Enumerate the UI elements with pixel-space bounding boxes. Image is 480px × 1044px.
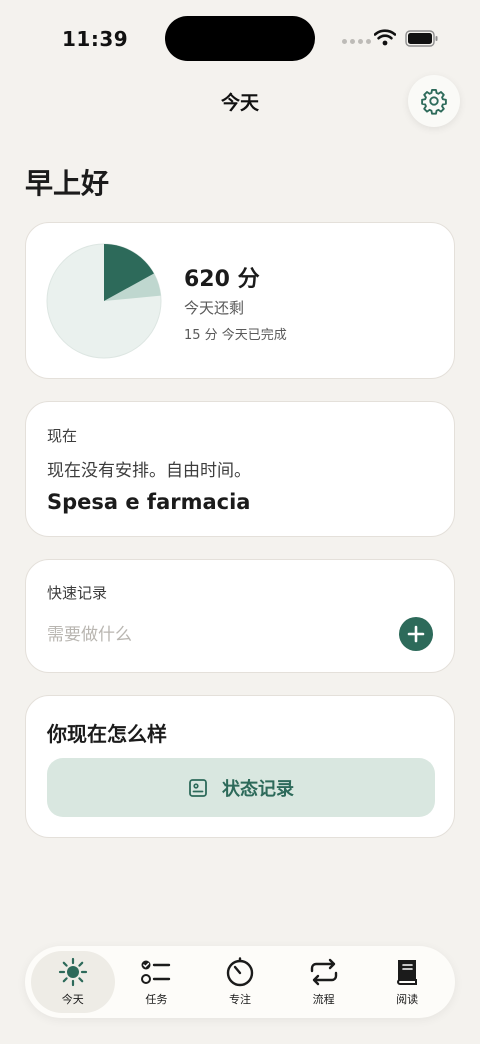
tab-today[interactable]: 今天 <box>31 951 115 1013</box>
settings-button[interactable] <box>408 75 460 127</box>
add-button[interactable] <box>399 617 433 651</box>
tab-label: 阅读 <box>396 993 419 1006</box>
plus-icon <box>407 625 425 643</box>
dynamic-island <box>165 16 315 61</box>
sun-icon <box>58 957 87 987</box>
status-log-label: 状态记录 <box>222 778 294 800</box>
quick-log-input[interactable] <box>47 620 377 650</box>
battery-icon <box>405 30 438 47</box>
tab-reading[interactable]: 阅读 <box>365 951 449 1013</box>
tab-label: 今天 <box>61 993 84 1006</box>
now-task-title: Spesa e farmacia <box>47 490 251 514</box>
tab-label: 任务 <box>145 993 168 1006</box>
greeting-heading: 早上好 <box>25 167 110 200</box>
tab-label: 专注 <box>228 993 251 1006</box>
mood-card: 你现在怎么样 状态记录 <box>25 695 455 838</box>
today-screen: 11:39 今天 早上好 620 分 今天还剩 15 分 今天已完成 现在 现在… <box>0 0 480 1044</box>
gear-icon <box>421 88 447 115</box>
status-time: 11:39 <box>62 27 129 51</box>
tab-tasks[interactable]: 任务 <box>115 951 199 1013</box>
time-summary-card: 620 分 今天还剩 15 分 今天已完成 <box>25 222 455 379</box>
time-pie-chart <box>46 243 162 359</box>
tab-label: 流程 <box>312 993 335 1006</box>
tab-focus[interactable]: 专注 <box>198 951 282 1013</box>
quick-log-label: 快速记录 <box>47 584 108 602</box>
completed-text: 15 分 今天已完成 <box>184 328 287 343</box>
quick-log-card: 快速记录 <box>25 559 455 673</box>
status-log-button[interactable]: 状态记录 <box>47 758 435 817</box>
remaining-label: 今天还剩 <box>184 299 245 317</box>
checklist-icon <box>141 960 171 984</box>
tab-bar: 今天 任务 专注 流程 阅读 <box>25 946 455 1018</box>
tab-routines[interactable]: 流程 <box>282 951 366 1013</box>
now-card[interactable]: 现在 现在没有安排。自由时间。 Spesa e farmacia <box>25 401 455 537</box>
timer-icon <box>226 957 254 987</box>
now-label: 现在 <box>47 427 78 445</box>
journal-icon <box>189 778 207 797</box>
now-message: 现在没有安排。自由时间。 <box>47 461 251 481</box>
book-icon <box>397 960 418 985</box>
repeat-icon <box>310 958 337 986</box>
signal-icon <box>342 39 371 44</box>
mood-title: 你现在怎么样 <box>47 722 167 746</box>
wifi-icon <box>374 29 396 46</box>
status-bar: 11:39 <box>0 0 480 80</box>
minutes-left-value: 620 分 <box>184 267 260 292</box>
